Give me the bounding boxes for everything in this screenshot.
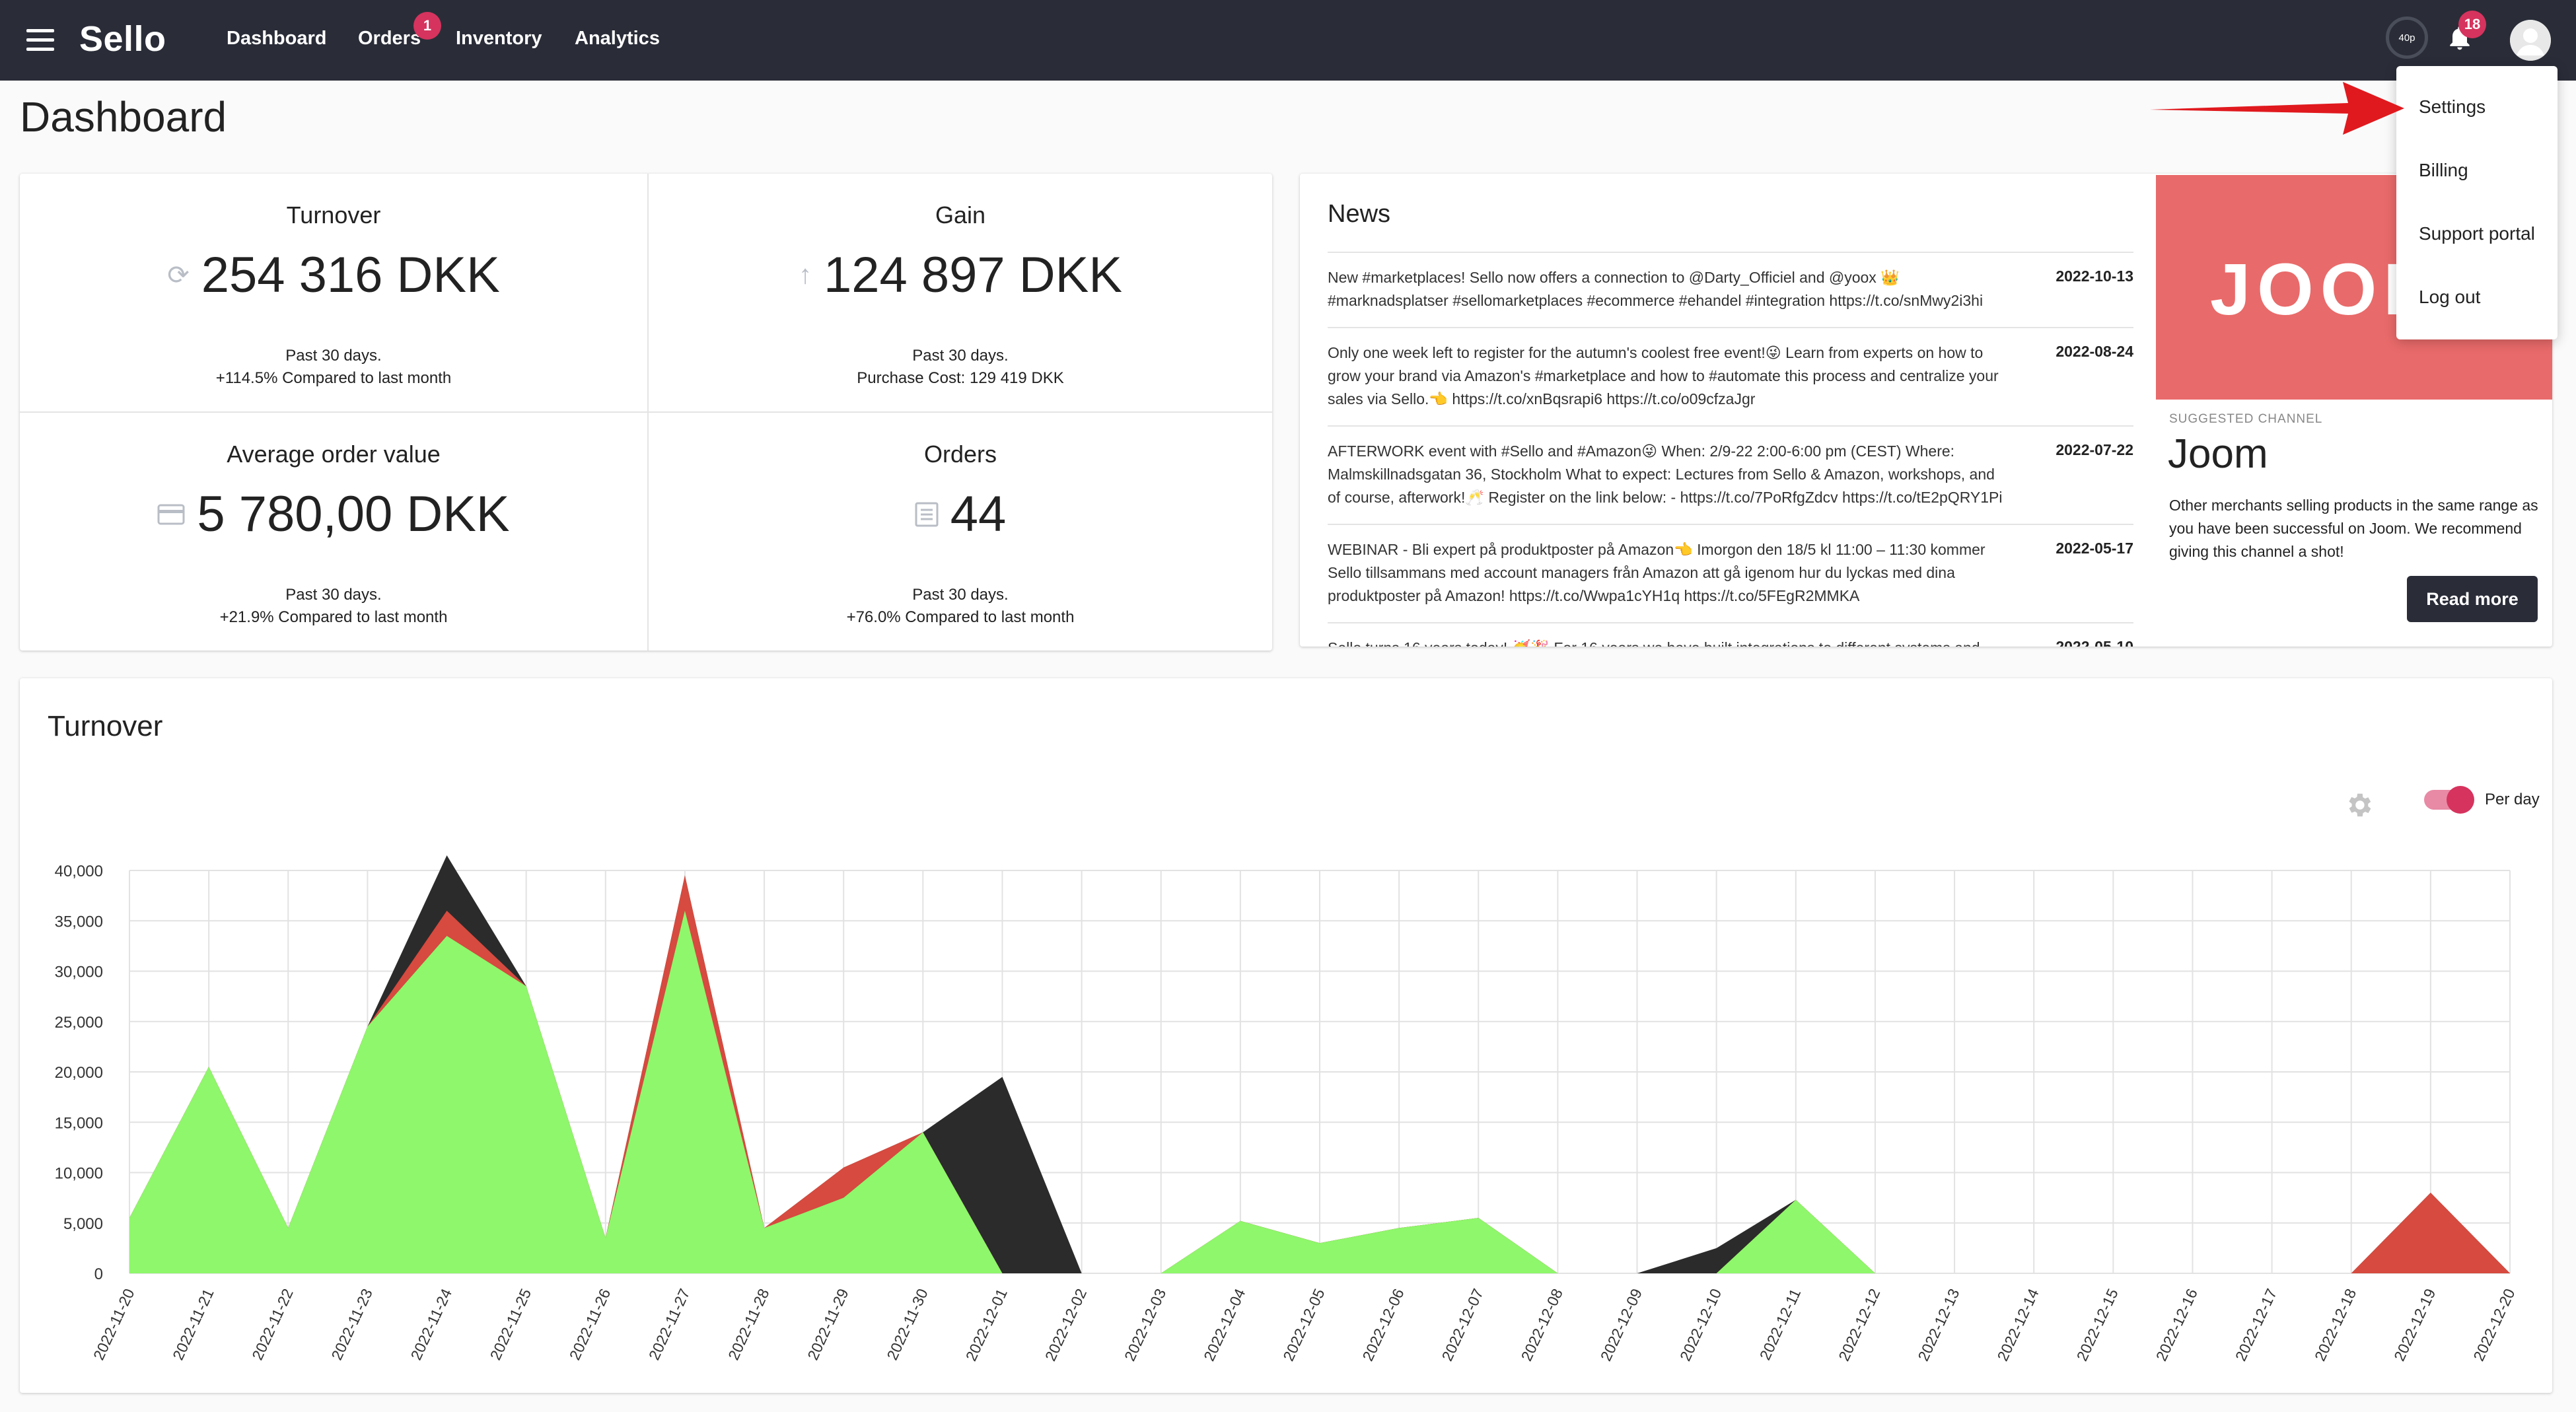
news-text: Sello turns 16 years today! 🥳🎉 For 16 ye…: [1328, 637, 2008, 647]
stat-purchase-cost: Purchase Cost: 129 419 DKK: [857, 369, 1064, 387]
stat-title: Orders: [923, 441, 997, 468]
news-list[interactable]: New #marketplaces! Sello now offers a co…: [1328, 252, 2133, 647]
nav-inventory[interactable]: Inventory: [456, 28, 542, 50]
stat-comparison: +76.0% Compared to last month: [846, 608, 1075, 626]
news-date: 2022-08-24: [2056, 343, 2133, 360]
news-item[interactable]: Only one week left to register for the a…: [1328, 327, 2133, 425]
orders-badge: 1: [413, 12, 441, 40]
stat-turnover: Turnover ⟳ 254 316 DKK Past 30 days. +114…: [20, 174, 647, 411]
stats-card: Turnover ⟳ 254 316 DKK Past 30 days. +114…: [20, 174, 1272, 651]
user-icon: [2510, 20, 2551, 61]
gauge-icon[interactable]: 40p: [2386, 17, 2428, 59]
receipt-icon: [915, 502, 939, 526]
toggle-label: Per day: [2485, 791, 2540, 808]
news-item[interactable]: New #marketplaces! Sello now offers a co…: [1328, 252, 2133, 327]
turnover-chart-card: Turnover: [20, 678, 2552, 1393]
stat-orders: Orders 44 Past 30 days. +76.0% Compared …: [649, 413, 1272, 651]
arrow-up-icon: ↑: [798, 260, 812, 289]
stat-gain: Gain ↑ 124 897 DKK Past 30 days. Purchase…: [649, 174, 1272, 411]
stat-average-order-value: Average order value 5 780,00 DKK Past 30…: [20, 413, 647, 651]
menu-item-settings[interactable]: Settings: [2419, 96, 2486, 118]
nav-analytics[interactable]: Analytics: [575, 28, 660, 50]
brand-logo[interactable]: Sello: [79, 18, 166, 59]
suggested-channel-description: Other merchants selling products in the …: [2169, 497, 2538, 560]
nav-dashboard[interactable]: Dashboard: [227, 28, 326, 50]
nav-orders[interactable]: Orders: [358, 28, 421, 50]
stat-comparison: +21.9% Compared to last month: [219, 608, 448, 626]
stat-value: 5 780,00 DKK: [197, 486, 510, 542]
news-date: 2022-10-13: [2056, 267, 2133, 285]
gear-icon[interactable]: [2343, 790, 2374, 820]
news-text: New #marketplaces! Sello now offers a co…: [1328, 269, 1984, 309]
stat-period: Past 30 days.: [912, 586, 1009, 604]
menu-icon[interactable]: [26, 29, 54, 52]
gauge-label: 40p: [2398, 32, 2415, 44]
credit-card-icon: [157, 504, 185, 524]
stat-comparison: +114.5% Compared to last month: [215, 369, 452, 387]
top-navigation-bar: Sello Dashboard Orders 1 Inventory Analy…: [0, 0, 2576, 81]
news-item[interactable]: WEBINAR - Bli expert på produktposter på…: [1328, 524, 2133, 622]
suggested-channel-label: SUGGESTED CHANNEL: [2169, 412, 2323, 426]
stat-period: Past 30 days.: [912, 347, 1009, 365]
news-text: WEBINAR - Bli expert på produktposter på…: [1328, 541, 1986, 604]
per-day-toggle[interactable]: Per day: [2424, 786, 2540, 814]
stat-value: 44: [950, 486, 1007, 542]
stat-value: 124 897 DKK: [823, 247, 1123, 303]
notifications-badge: 18: [2458, 11, 2486, 38]
user-menu-dropdown: Settings Billing Support portal Log out: [2396, 66, 2558, 339]
menu-item-support-portal[interactable]: Support portal: [2419, 223, 2535, 244]
stat-title: Turnover: [286, 201, 381, 229]
annotation-arrow-icon: [2150, 82, 2404, 135]
refresh-icon: ⟳: [167, 260, 190, 290]
stat-value: 254 316 DKK: [201, 247, 500, 303]
news-item[interactable]: Sello turns 16 years today! 🥳🎉 For 16 ye…: [1328, 622, 2133, 647]
page-title: Dashboard: [20, 93, 227, 141]
menu-item-log-out[interactable]: Log out: [2419, 287, 2480, 308]
chart-title: Turnover: [48, 710, 163, 742]
read-more-button[interactable]: Read more: [2407, 576, 2538, 622]
stat-period: Past 30 days.: [285, 586, 382, 604]
stat-title: Average order value: [227, 441, 441, 468]
stat-title: Gain: [935, 201, 986, 229]
news-date: 2022-05-10: [2056, 638, 2133, 647]
news-text: AFTERWORK event with #Sello and #Amazon😜…: [1328, 442, 2003, 506]
user-avatar[interactable]: [2510, 20, 2551, 61]
menu-item-billing[interactable]: Billing: [2419, 160, 2468, 181]
news-date: 2022-05-17: [2056, 540, 2133, 557]
suggested-channel-name: Joom: [2168, 431, 2268, 477]
stat-period: Past 30 days.: [285, 347, 382, 365]
news-date: 2022-07-22: [2056, 441, 2133, 458]
news-item[interactable]: AFTERWORK event with #Sello and #Amazon😜…: [1328, 425, 2133, 524]
news-text: Only one week left to register for the a…: [1328, 344, 1999, 407]
toggle-switch[interactable]: [2424, 786, 2474, 814]
news-title: News: [1328, 200, 1391, 228]
